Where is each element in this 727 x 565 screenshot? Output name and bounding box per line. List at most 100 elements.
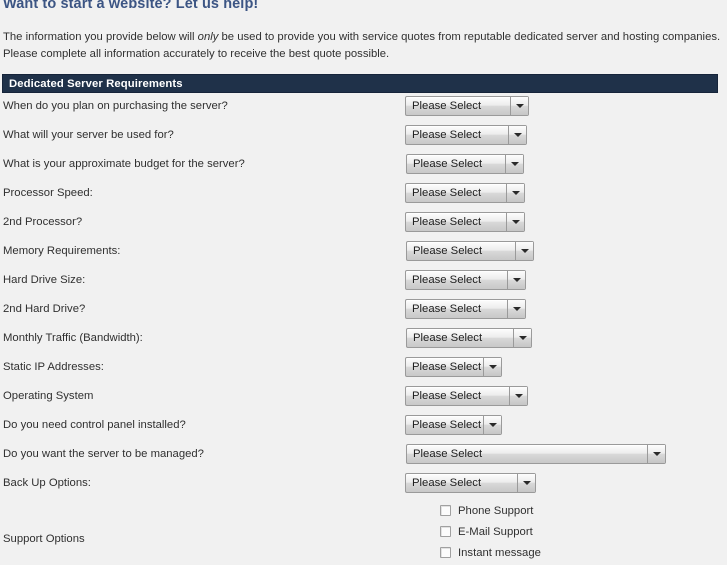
chevron-down-icon[interactable]: [505, 155, 523, 173]
chevron-down-icon[interactable]: [483, 358, 501, 376]
section-header-label: Dedicated Server Requirements: [9, 78, 183, 90]
form-row: 2nd Processor? Please Select: [0, 212, 727, 241]
field-label-processor-speed: Processor Speed:: [3, 187, 93, 199]
select-second-hard-drive[interactable]: Please Select: [405, 299, 526, 319]
select-value-monthly-traffic: Please Select: [413, 332, 483, 344]
form-row: Back Up Options: Please Select: [0, 473, 727, 502]
select-monthly-traffic[interactable]: Please Select: [406, 328, 532, 348]
field-label-static-ip-addresses: Static IP Addresses:: [3, 361, 104, 373]
select-value-processor-speed: Please Select: [412, 187, 482, 199]
chevron-down-icon[interactable]: [510, 97, 528, 115]
checkbox-label-email-support: E-Mail Support: [458, 525, 533, 538]
select-value-managed-server: Please Select: [413, 448, 483, 460]
field-label-operating-system: Operating System: [3, 390, 94, 402]
field-label-backup-options: Back Up Options:: [3, 477, 91, 489]
chevron-down-icon[interactable]: [515, 242, 533, 260]
select-backup-options[interactable]: Please Select: [405, 473, 536, 493]
field-label-second-processor: 2nd Processor?: [3, 216, 83, 228]
field-label-hard-drive-size: Hard Drive Size:: [3, 274, 86, 286]
select-budget[interactable]: Please Select: [406, 154, 524, 174]
checkbox-instant-message-support[interactable]: [440, 547, 451, 558]
chevron-down-icon[interactable]: [647, 445, 665, 463]
form-row: Operating System Please Select: [0, 386, 727, 415]
section-header-bar: Dedicated Server Requirements: [2, 74, 718, 93]
chevron-down-glyph: [518, 336, 527, 340]
select-memory-requirements[interactable]: Please Select: [406, 241, 534, 261]
quote-request-page: Want to start a website? Let us help! Th…: [0, 0, 727, 559]
chevron-down-icon[interactable]: [513, 329, 531, 347]
form-row: What is your approximate budget for the …: [0, 154, 727, 183]
select-value-second-processor: Please Select: [412, 216, 482, 228]
chevron-down-icon[interactable]: [509, 387, 527, 405]
select-managed-server[interactable]: Please Select: [406, 444, 666, 464]
select-hard-drive-size[interactable]: Please Select: [405, 270, 526, 290]
field-label-server-usage: What will your server be used for?: [3, 129, 174, 141]
checkbox-phone-support[interactable]: [440, 505, 451, 516]
chevron-down-glyph: [515, 104, 524, 108]
support-options-label: Support Options: [3, 533, 85, 545]
select-control-panel[interactable]: Please Select: [405, 415, 502, 435]
select-value-memory-requirements: Please Select: [413, 245, 483, 257]
field-label-budget: What is your approximate budget for the …: [3, 158, 245, 170]
support-options-checkbox-group: Phone Support E-Mail Support Instant messa…: [440, 502, 541, 565]
chevron-down-glyph: [510, 162, 519, 166]
select-operating-system[interactable]: Please Select: [405, 386, 528, 406]
chevron-down-glyph: [488, 365, 497, 369]
field-label-memory-requirements: Memory Requirements:: [3, 245, 121, 257]
chevron-down-icon[interactable]: [517, 474, 535, 492]
chevron-down-glyph: [513, 133, 522, 137]
chevron-down-icon[interactable]: [508, 126, 526, 144]
field-label-managed-server: Do you want the server to be managed?: [3, 448, 204, 460]
checkbox-label-phone-support: Phone Support: [458, 504, 534, 517]
form-row: What will your server be used for? Please…: [0, 125, 727, 154]
field-label-control-panel: Do you need control panel installed?: [3, 419, 186, 431]
select-value-operating-system: Please Select: [412, 390, 482, 402]
form-row: Do you need control panel installed? Plea…: [0, 415, 727, 444]
checkbox-item-phone-support[interactable]: Phone Support: [440, 502, 541, 519]
select-value-budget: Please Select: [413, 158, 483, 170]
form-row: Monthly Traffic (Bandwidth): Please Selec…: [0, 328, 727, 357]
field-label-second-hard-drive: 2nd Hard Drive?: [3, 303, 86, 315]
select-processor-speed[interactable]: Please Select: [405, 183, 525, 203]
chevron-down-icon[interactable]: [506, 184, 524, 202]
chevron-down-glyph: [488, 423, 497, 427]
select-value-server-usage: Please Select: [412, 129, 482, 141]
field-label-monthly-traffic: Monthly Traffic (Bandwidth):: [3, 332, 143, 344]
form-row: Hard Drive Size: Please Select: [0, 270, 727, 299]
form-row: Do you want the server to be managed? Ple…: [0, 444, 727, 473]
field-label-purchase-timeframe: When do you plan on purchasing the serve…: [3, 100, 228, 112]
form-row: Processor Speed: Please Select: [0, 183, 727, 212]
checkbox-item-instant-message-support[interactable]: Instant message: [440, 544, 541, 561]
select-purchase-timeframe[interactable]: Please Select: [405, 96, 529, 116]
page-title: Want to start a website? Let us help!: [3, 0, 259, 12]
intro-text-start: The information you provide below will: [3, 31, 198, 43]
chevron-down-icon[interactable]: [507, 271, 525, 289]
select-static-ip-addresses[interactable]: Please Select: [405, 357, 502, 377]
chevron-down-icon[interactable]: [506, 213, 524, 231]
chevron-down-glyph: [520, 249, 529, 253]
form-row: 2nd Hard Drive? Please Select: [0, 299, 727, 328]
select-value-control-panel: Please Select: [412, 419, 482, 431]
chevron-down-glyph: [652, 452, 661, 456]
chevron-down-glyph: [512, 278, 521, 282]
select-value-purchase-timeframe: Please Select: [412, 100, 482, 112]
select-value-static-ip-addresses: Please Select: [412, 361, 482, 373]
select-server-usage[interactable]: Please Select: [405, 125, 527, 145]
form-row: When do you plan on purchasing the serve…: [0, 96, 727, 125]
intro-emphasis: only: [197, 31, 219, 43]
select-second-processor[interactable]: Please Select: [405, 212, 525, 232]
intro-paragraph: The information you provide below will o…: [3, 29, 725, 62]
chevron-down-glyph: [514, 394, 523, 398]
select-value-backup-options: Please Select: [412, 477, 482, 489]
chevron-down-glyph: [522, 481, 531, 485]
chevron-down-glyph: [511, 220, 520, 224]
select-value-second-hard-drive: Please Select: [412, 303, 482, 315]
chevron-down-icon[interactable]: [483, 416, 501, 434]
chevron-down-glyph: [512, 307, 521, 311]
form-row: Memory Requirements: Please Select: [0, 241, 727, 270]
select-value-hard-drive-size: Please Select: [412, 274, 482, 286]
checkbox-email-support[interactable]: [440, 526, 451, 537]
chevron-down-icon[interactable]: [507, 300, 525, 318]
checkbox-item-email-support[interactable]: E-Mail Support: [440, 523, 541, 540]
checkbox-label-instant-message-support: Instant message: [458, 546, 541, 559]
